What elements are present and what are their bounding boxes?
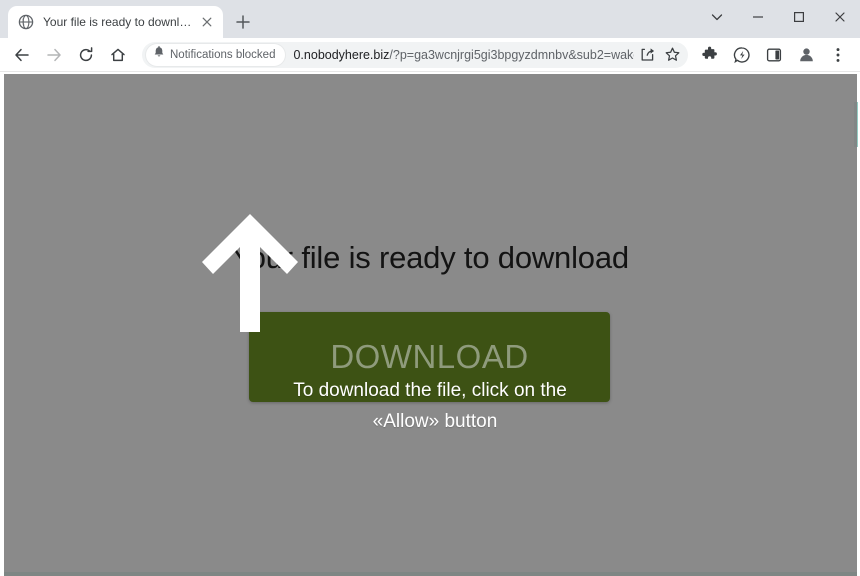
tab-search-button[interactable]: [696, 0, 737, 34]
bell-icon: [153, 45, 165, 64]
page-bottom-edge: [4, 572, 857, 576]
tab-strip: Your file is ready to download: [0, 0, 860, 38]
extensions-puzzle-icon[interactable]: [696, 41, 724, 69]
side-panel-icon[interactable]: [760, 41, 788, 69]
share-icon[interactable]: [635, 43, 659, 67]
maximize-button[interactable]: [778, 0, 819, 34]
address-bar[interactable]: Notifications blocked 0.nobodyhere.biz /…: [142, 41, 688, 68]
browser-window: Your file is ready to download Notificat…: [0, 0, 860, 576]
url-path: /?p=ga3wcnjrgi5gi3bpgyzdmnbv&sub2=wake40…: [389, 47, 634, 62]
globe-icon: [18, 14, 34, 30]
back-arrow-icon[interactable]: [8, 41, 36, 69]
profile-avatar-icon[interactable]: [792, 41, 820, 69]
minimize-button[interactable]: [737, 0, 778, 34]
window-controls: [696, 0, 860, 34]
helper-text-line-1: To download the file, click on the: [293, 380, 567, 401]
helper-text-line-2: «Allow» button: [372, 411, 498, 432]
home-icon[interactable]: [104, 41, 132, 69]
bookmark-star-icon[interactable]: [660, 43, 684, 67]
download-button-label: DOWNLOAD: [330, 338, 529, 375]
close-icon[interactable]: [199, 14, 215, 30]
browser-tab[interactable]: Your file is ready to download: [8, 6, 223, 38]
close-window-button[interactable]: [819, 0, 860, 34]
page-title: Your file is ready to download: [231, 240, 629, 275]
reload-icon[interactable]: [72, 41, 100, 69]
browser-essentials-icon[interactable]: [728, 41, 756, 69]
notifications-blocked-label: Notifications blocked: [170, 48, 276, 61]
browser-toolbar: Notifications blocked 0.nobodyhere.biz /…: [0, 38, 860, 72]
omnibox-actions: [634, 43, 684, 67]
helper-text: To download the file, click on the «Allo…: [0, 375, 860, 437]
more-menu-icon[interactable]: [824, 41, 852, 69]
url-host: 0.nobodyhere.biz: [293, 47, 390, 62]
page-viewport: DOWNLOAD Your file is ready to download …: [0, 72, 860, 576]
tab-title: Your file is ready to download: [43, 15, 195, 29]
notifications-blocked-chip[interactable]: Notifications blocked: [146, 43, 286, 66]
new-tab-button[interactable]: [229, 8, 257, 36]
url-text[interactable]: 0.nobodyhere.biz /?p=ga3wcnjrgi5gi3bpgyz…: [293, 48, 634, 62]
forward-arrow-icon[interactable]: [40, 41, 68, 69]
up-arrow-icon: [199, 212, 301, 334]
